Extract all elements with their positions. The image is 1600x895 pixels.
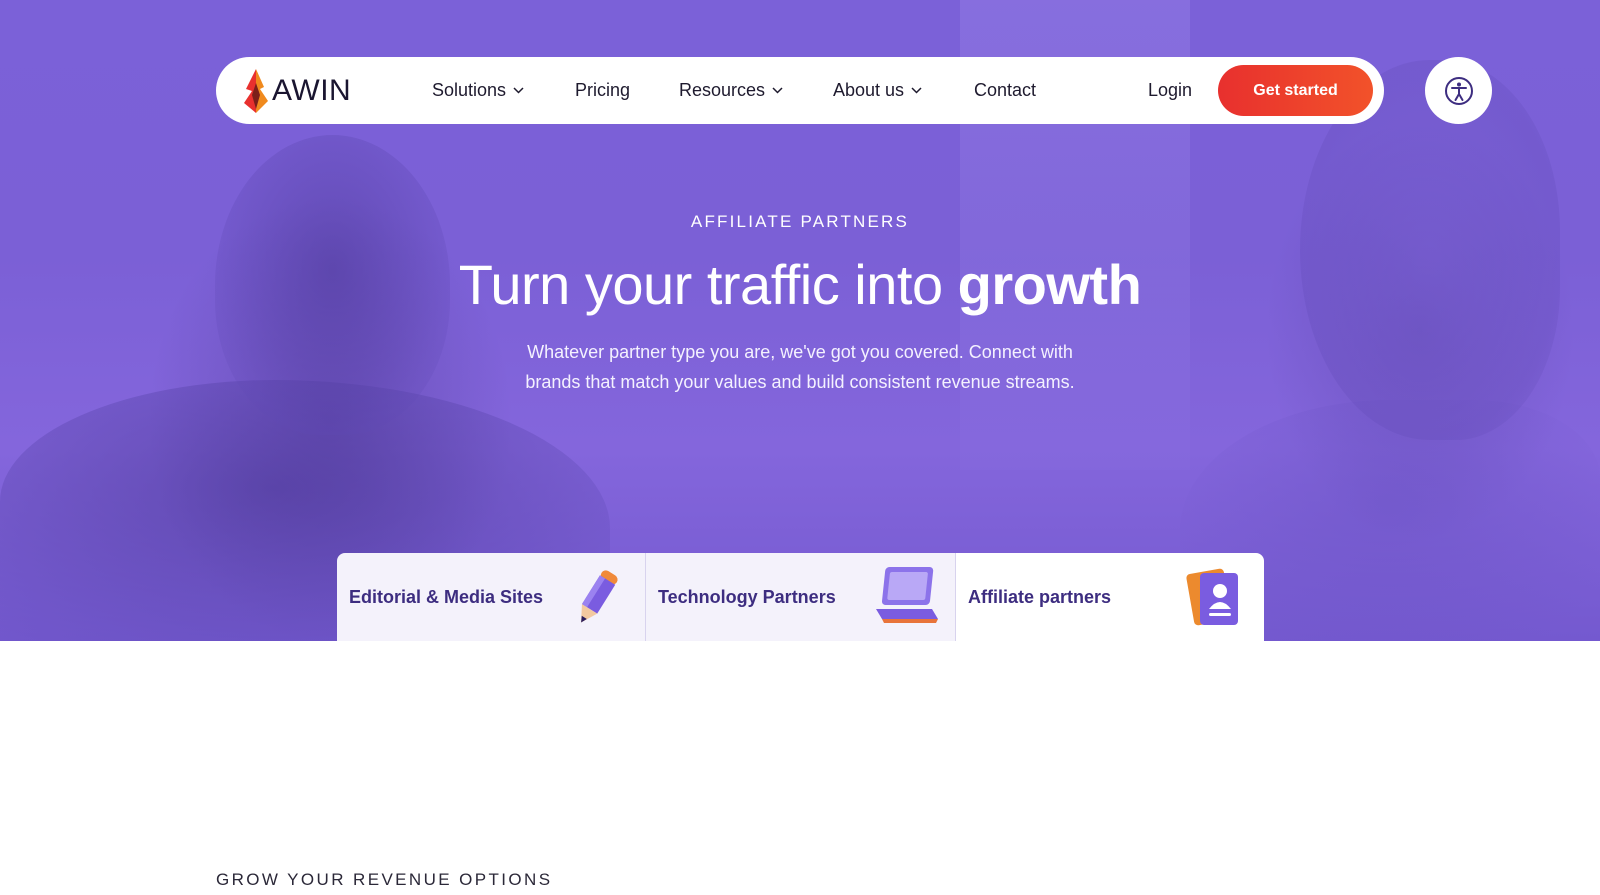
pencil-icon (581, 570, 618, 623)
hero-eyebrow: AFFILIATE PARTNERS (690, 212, 910, 231)
headline-regular: Turn your traffic into (458, 253, 958, 316)
nav-label: Pricing (575, 80, 631, 100)
tab-label: Affiliate partners (968, 586, 1112, 607)
accessibility-icon (1444, 76, 1473, 105)
brand-name: AWIN (272, 74, 352, 107)
awin-logo[interactable]: AWIN (242, 69, 351, 113)
nav-solutions[interactable]: Solutions (432, 57, 524, 124)
id-card-icon (1186, 568, 1238, 626)
chevron-down-icon (772, 87, 783, 94)
nav-label: Contact (974, 80, 1037, 100)
awin-flame-icon (244, 69, 268, 113)
laptop-icon (876, 567, 938, 623)
main-navigation: AWIN Solutions Pricing Resources About u… (216, 57, 1384, 124)
chevron-down-icon (513, 87, 524, 94)
nav-label: Resources (679, 80, 766, 100)
accessibility-button[interactable] (1425, 57, 1492, 124)
hero-subtext: Whatever partner type you are, we've got… (525, 342, 1075, 392)
chevron-down-icon (911, 87, 922, 94)
nav-label: Solutions (432, 80, 507, 100)
nav-contact[interactable]: Contact (974, 57, 1036, 124)
tab-affiliate-partners[interactable]: Affiliate partners (956, 553, 1264, 641)
tab-label: Technology Partners (658, 586, 836, 607)
tab-technology-partners[interactable]: Technology Partners (646, 553, 956, 641)
tab-editorial-media[interactable]: Editorial & Media Sites (337, 553, 646, 641)
login-link[interactable]: Login (1148, 57, 1192, 124)
nav-about-us[interactable]: About us (833, 57, 922, 124)
partner-type-tabs: Editorial & Media Sites Technology Partn… (337, 553, 1264, 641)
tab-label: Editorial & Media Sites (349, 586, 544, 607)
hero-headline: Turn your traffic into growth (0, 252, 1600, 317)
nav-resources[interactable]: Resources (679, 57, 783, 124)
nav-label: About us (833, 80, 905, 100)
section-eyebrow: GROW YOUR REVENUE OPTIONS (216, 870, 553, 889)
nav-pricing[interactable]: Pricing (575, 57, 630, 124)
get-started-button[interactable]: Get started (1218, 65, 1373, 116)
headline-bold: growth (957, 253, 1142, 316)
